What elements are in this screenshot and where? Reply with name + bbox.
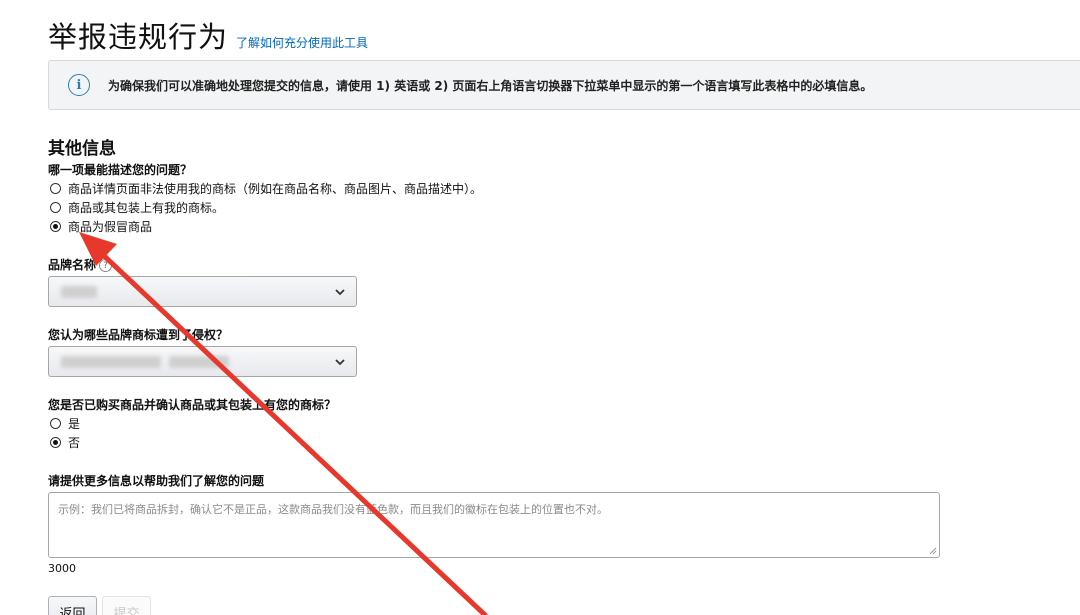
brand-select[interactable] — [48, 276, 357, 307]
trademark-field-label: 您认为哪些品牌商标遭到了侵权？ — [48, 328, 229, 342]
problem-option-2[interactable]: 商品或其包装上有我的商标。 — [50, 199, 224, 216]
title-row: 举报违规行为 了解如何充分使用此工具 — [48, 14, 368, 56]
back-button[interactable]: 返回 — [48, 596, 97, 615]
problem-option-3-label: 商品为假冒商品 — [68, 220, 153, 234]
chevron-down-icon — [335, 359, 345, 366]
radio-button-selected[interactable] — [50, 437, 61, 448]
redacted-value — [61, 286, 97, 298]
brand-field-label-row: 品牌名称? — [48, 256, 113, 273]
problem-option-1-label: 商品详情页面非法使用我的商标（例如在商品名称、商品图片、商品描述中）。 — [68, 182, 483, 196]
brand-field-label: 品牌名称 — [48, 258, 97, 272]
details-placeholder: 示例：我们已将商品拆封，确认它不是正品，这款商品我们没有蓝色款，而且我们的徽标在… — [58, 503, 608, 516]
purchase-option-yes-label: 是 — [68, 417, 81, 431]
problem-option-3[interactable]: 商品为假冒商品 — [50, 218, 152, 235]
purchase-question-label: 您是否已购买商品并确认商品或其包装上有您的商标？ — [48, 398, 337, 412]
purchase-option-no-label: 否 — [68, 436, 81, 450]
radio-button[interactable] — [50, 183, 61, 194]
problem-option-2-label: 商品或其包装上有我的商标。 — [68, 201, 225, 215]
details-textarea[interactable]: 示例：我们已将商品拆封，确认它不是正品，这款商品我们没有蓝色款，而且我们的徽标在… — [48, 492, 940, 558]
redacted-value — [61, 356, 161, 368]
radio-button[interactable] — [50, 418, 61, 429]
report-violation-page: 举报违规行为 了解如何充分使用此工具 i 为确保我们可以准确地处理您提交的信息，… — [0, 0, 1080, 615]
info-notice: i 为确保我们可以准确地处理您提交的信息，请使用 1) 英语或 2) 页面右上角… — [48, 60, 1080, 110]
problem-option-1[interactable]: 商品详情页面非法使用我的商标（例如在商品名称、商品图片、商品描述中）。 — [50, 180, 482, 197]
page-title: 举报违规行为 — [48, 20, 229, 54]
problem-question-label: 哪一项最能描述您的问题？ — [48, 163, 193, 177]
purchase-option-no[interactable]: 否 — [50, 434, 80, 451]
help-icon[interactable]: ? — [99, 259, 113, 272]
purchase-option-yes[interactable]: 是 — [50, 415, 80, 432]
info-notice-text: 为确保我们可以准确地处理您提交的信息，请使用 1) 英语或 2) 页面右上角语言… — [108, 78, 873, 93]
details-field-label: 请提供更多信息以帮助我们了解您的问题 — [48, 474, 265, 488]
help-link[interactable]: 了解如何充分使用此工具 — [236, 34, 368, 51]
chevron-down-icon — [335, 289, 345, 296]
resize-grip-icon[interactable] — [929, 547, 937, 555]
submit-button[interactable]: 提交 — [102, 596, 151, 615]
info-icon: i — [68, 74, 90, 96]
radio-button-selected[interactable] — [50, 221, 61, 232]
trademark-select[interactable] — [48, 346, 357, 377]
radio-button[interactable] — [50, 202, 61, 213]
redacted-value — [169, 356, 229, 368]
section-title: 其他信息 — [48, 139, 116, 159]
char-limit: 3000 — [48, 562, 76, 575]
